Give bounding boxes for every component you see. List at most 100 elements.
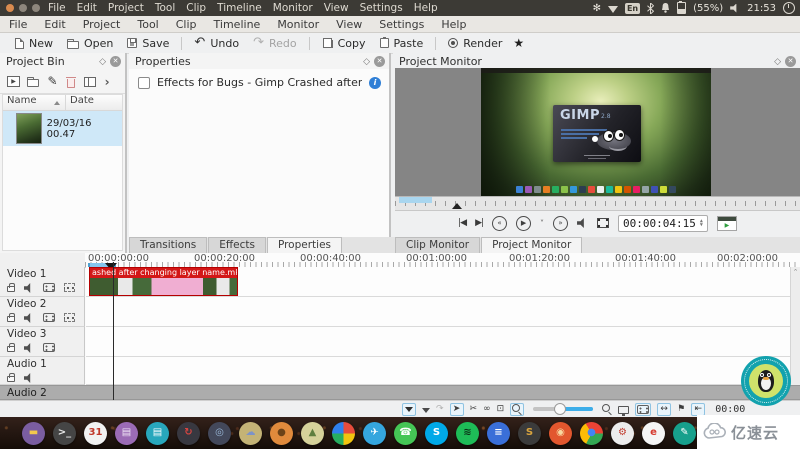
dock-app-icon[interactable]: e bbox=[642, 422, 665, 445]
dock-app-icon[interactable]: S bbox=[425, 422, 448, 445]
mute-track-icon[interactable] bbox=[24, 313, 34, 323]
track-lane[interactable] bbox=[86, 357, 800, 385]
go-to-end-button[interactable]: ▶| bbox=[475, 218, 483, 228]
dock-app-icon[interactable] bbox=[332, 422, 355, 445]
track-lane[interactable]: ashed after changing layer name.mkv bbox=[86, 267, 800, 297]
timeline-ruler[interactable]: 00:00:00:0000:00:20:0000:00:40:0000:01:0… bbox=[85, 253, 800, 268]
undo-button[interactable]: ↶Undo bbox=[187, 35, 246, 52]
dock-app-icon[interactable]: ● bbox=[270, 422, 293, 445]
fit-zoom-button[interactable]: ⊡ bbox=[497, 404, 505, 414]
show-video-thumbnails-button[interactable] bbox=[635, 403, 651, 416]
zone-frame-icon[interactable] bbox=[597, 218, 609, 228]
monitor-timecode[interactable]: 00:00:04:15▲▼ bbox=[618, 215, 708, 232]
window-minimize-button[interactable] bbox=[19, 4, 27, 12]
create-folder-button[interactable] bbox=[27, 79, 39, 87]
monitor-zone[interactable] bbox=[399, 197, 432, 203]
dock-app-icon[interactable]: ≡ bbox=[487, 422, 510, 445]
timeline-playhead[interactable] bbox=[113, 262, 114, 400]
spacer-tool-button[interactable]: ∞ bbox=[483, 404, 491, 414]
add-clip-button[interactable]: ▶˅ bbox=[7, 76, 18, 87]
global-menu-item[interactable]: Clip bbox=[186, 2, 206, 14]
name-column-header[interactable]: Name bbox=[3, 95, 66, 110]
close-panel-icon[interactable]: ✕ bbox=[110, 56, 121, 67]
lock-track-icon[interactable] bbox=[7, 316, 15, 322]
timeline-clip[interactable]: ashed after changing layer name.mkv bbox=[89, 267, 238, 296]
dock-app-icon[interactable]: ◎ bbox=[208, 422, 231, 445]
dock-app-icon[interactable]: ▬ bbox=[22, 422, 45, 445]
monitor-tab[interactable]: Project Monitor bbox=[481, 237, 582, 253]
mute-track-icon[interactable] bbox=[24, 283, 34, 293]
show-audio-thumbnails-button[interactable]: ↔ bbox=[657, 403, 671, 416]
monitor-video-area[interactable]: GIMP 2.8 bbox=[395, 68, 800, 196]
notifications-bell-icon[interactable] bbox=[661, 3, 670, 13]
global-menu-item[interactable]: Settings bbox=[360, 2, 403, 14]
track-header[interactable]: Video 3 bbox=[0, 327, 85, 357]
paste-button[interactable]: Paste bbox=[373, 35, 431, 52]
global-menu-item[interactable]: Monitor bbox=[273, 2, 313, 14]
mute-track-icon[interactable] bbox=[24, 343, 34, 353]
dock-app-icon[interactable]: ▲ bbox=[301, 422, 324, 445]
dock-app-icon[interactable]: ◉ bbox=[549, 422, 572, 445]
menu-item[interactable]: File bbox=[9, 18, 27, 31]
lock-track-icon[interactable] bbox=[7, 376, 15, 382]
preview-icon[interactable] bbox=[618, 406, 629, 414]
play-button[interactable]: ▶ bbox=[516, 216, 531, 231]
clock[interactable]: 21:53 bbox=[747, 3, 776, 14]
dock-app-icon[interactable]: ✈ bbox=[363, 422, 386, 445]
render-button[interactable]: Render bbox=[441, 35, 509, 52]
dock-app-icon[interactable]: ▤ bbox=[146, 422, 169, 445]
window-maximize-button[interactable] bbox=[32, 4, 40, 12]
monitor-audio-icon[interactable] bbox=[577, 218, 588, 228]
menu-item[interactable]: Tool bbox=[137, 18, 158, 31]
hide-track-icon[interactable] bbox=[43, 343, 55, 352]
dock-app-icon[interactable]: S bbox=[518, 422, 541, 445]
monitor-tab[interactable]: Clip Monitor bbox=[395, 237, 480, 253]
global-menu-item[interactable]: File bbox=[48, 2, 66, 14]
overwrite-icon[interactable] bbox=[422, 408, 430, 413]
extract-icon[interactable]: ↷ bbox=[436, 404, 444, 414]
window-close-button[interactable] bbox=[6, 4, 14, 12]
global-menu-item[interactable]: View bbox=[324, 2, 349, 14]
open-button[interactable]: Open bbox=[60, 35, 120, 52]
new-button[interactable]: New bbox=[8, 35, 60, 52]
battery-percent[interactable]: (55%) bbox=[693, 3, 723, 14]
global-menu-item[interactable]: Edit bbox=[77, 2, 97, 14]
effect-enable-checkbox[interactable] bbox=[138, 77, 150, 89]
menu-item[interactable]: Project bbox=[83, 18, 121, 31]
track-effects-icon[interactable] bbox=[64, 313, 75, 322]
bluetooth-icon[interactable] bbox=[647, 3, 654, 14]
selection-tool-button[interactable]: ➤ bbox=[450, 403, 464, 416]
forward-button[interactable]: » bbox=[553, 216, 568, 231]
global-menu-item[interactable]: Tool bbox=[155, 2, 175, 14]
favorite-star-icon[interactable]: ★ bbox=[513, 36, 524, 50]
panel-tab[interactable]: Effects bbox=[208, 237, 266, 253]
panel-tab[interactable]: Transitions bbox=[129, 237, 207, 253]
wifi-icon[interactable] bbox=[608, 6, 618, 13]
dock-app-icon[interactable]: ● bbox=[580, 422, 603, 445]
float-panel-icon[interactable]: ◇ bbox=[99, 57, 106, 67]
monitor-playhead[interactable] bbox=[452, 203, 462, 209]
panel-tab[interactable]: Properties bbox=[267, 237, 342, 253]
float-panel-icon[interactable]: ◇ bbox=[774, 57, 781, 67]
play-options-chevron-icon[interactable]: ˅ bbox=[540, 219, 544, 228]
copy-button[interactable]: Copy bbox=[315, 35, 373, 52]
menu-item[interactable]: Help bbox=[441, 18, 466, 31]
volume-icon[interactable] bbox=[730, 4, 740, 13]
zoom-in-icon[interactable] bbox=[602, 404, 612, 414]
zoom-out-button[interactable] bbox=[510, 403, 524, 416]
zoom-slider[interactable] bbox=[533, 407, 593, 411]
hide-track-icon[interactable] bbox=[43, 313, 55, 322]
dock-app-icon[interactable]: >_ bbox=[53, 422, 76, 445]
float-panel-icon[interactable]: ◇ bbox=[363, 57, 370, 67]
menu-item[interactable]: Timeline bbox=[214, 18, 261, 31]
track-header[interactable]: Video 1 bbox=[0, 267, 85, 297]
dock-app-icon[interactable]: ☎ bbox=[394, 422, 417, 445]
menu-item[interactable]: Edit bbox=[44, 18, 65, 31]
toolbar-overflow-button[interactable]: › bbox=[105, 77, 110, 87]
timeline-scrollbar[interactable]: ⌃ bbox=[790, 267, 800, 385]
global-menu-item[interactable]: Project bbox=[108, 2, 144, 14]
razor-tool-button[interactable]: ✂ bbox=[470, 404, 478, 414]
menu-item[interactable]: View bbox=[336, 18, 362, 31]
snap-button[interactable]: ⇤ bbox=[691, 403, 705, 416]
dock-app-icon[interactable]: ▤ bbox=[115, 422, 138, 445]
